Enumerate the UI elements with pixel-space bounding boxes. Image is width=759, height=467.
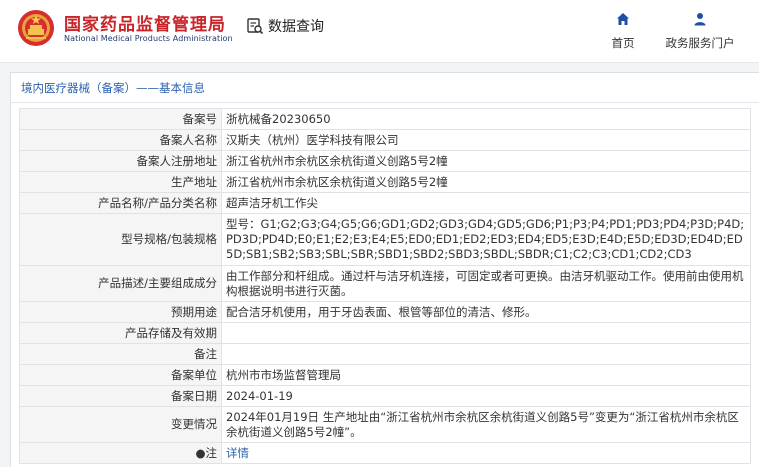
field-value: 浙杭械备20230650 — [221, 108, 751, 130]
site-header: 国家药品监督管理局 National Medical Products Admi… — [0, 0, 759, 63]
note-value-cell: 详情 — [221, 442, 751, 464]
details-link[interactable]: 详情 — [226, 446, 249, 460]
table-row: 生产地址 浙江省杭州市余杭区余杭街道义创路5号2幢 — [19, 171, 751, 193]
nav-home-label: 首页 — [611, 36, 635, 50]
breadcrumb: 境内医疗器械（备案）——基本信息 — [21, 81, 205, 95]
table-row: 产品描述/主要组成成分 由工作部分和杆组成。通过杆与洁牙机连接，可固定或者可更换… — [19, 265, 751, 302]
record-detail-table: 备案号 浙杭械备20230650 备案人名称 汉斯夫（杭州）医学科技有限公司 备… — [19, 108, 751, 464]
table-row: 备案日期 2024-01-19 — [19, 385, 751, 407]
divider — [11, 102, 759, 103]
field-label: 变更情况 — [19, 406, 222, 443]
table-row: 产品名称/产品分类名称 超声洁牙机工作尖 — [19, 192, 751, 214]
national-emblem-icon — [18, 10, 54, 46]
data-query-link[interactable]: 数据查询 — [246, 16, 324, 36]
field-value — [221, 343, 751, 365]
field-value: 浙江省杭州市余杭区余杭街道义创路5号2幢 — [221, 171, 751, 193]
field-value: 配合洁牙机使用，用于牙齿表面、根管等部位的清洁、修形。 — [221, 301, 751, 323]
site-title: 国家药品监督管理局 — [64, 15, 226, 35]
field-label: 产品名称/产品分类名称 — [19, 192, 222, 214]
note-label-cell: ●注 — [19, 442, 222, 464]
field-label: 型号规格/包装规格 — [19, 213, 222, 266]
nav-gov-portal[interactable]: 政务服务门户 — [660, 12, 740, 51]
nav-home[interactable]: 首页 — [605, 12, 641, 51]
field-value — [221, 322, 751, 344]
field-label: 产品存储及有效期 — [19, 322, 222, 344]
field-value: 浙江省杭州市余杭区余杭街道义创路5号2幢 — [221, 150, 751, 172]
table-row: 型号规格/包装规格 型号：G1;G2;G3;G4;G5;G6;GD1;GD2;G… — [19, 213, 751, 266]
field-label: 预期用途 — [19, 301, 222, 323]
table-row: 备案单位 杭州市市场监督管理局 — [19, 364, 751, 386]
search-icon — [247, 18, 264, 35]
user-icon — [694, 13, 706, 26]
pin-icon: ● — [195, 445, 206, 460]
field-label: 产品描述/主要组成成分 — [19, 265, 222, 302]
data-query-label: 数据查询 — [268, 19, 324, 35]
field-value: 杭州市市场监督管理局 — [221, 364, 751, 386]
field-value: 2024-01-19 — [221, 385, 751, 407]
field-label: 备案日期 — [19, 385, 222, 407]
nav-gov-label: 政务服务门户 — [665, 36, 735, 50]
field-value: 型号：G1;G2;G3;G4;G5;G6;GD1;GD2;GD3;GD4;GD5… — [221, 213, 751, 266]
table-row: 预期用途 配合洁牙机使用，用于牙齿表面、根管等部位的清洁、修形。 — [19, 301, 751, 323]
site-title-english: National Medical Products Administration — [64, 34, 233, 43]
field-value: 2024年01月19日 生产地址由“浙江省杭州市余杭区余杭街道义创路5号”变更为… — [221, 406, 751, 443]
table-row: 备案人名称 汉斯夫（杭州）医学科技有限公司 — [19, 129, 751, 151]
field-label: 备注 — [19, 343, 222, 365]
field-label: 备案单位 — [19, 364, 222, 386]
field-label: 备案人名称 — [19, 129, 222, 151]
table-row: 备注 — [19, 343, 751, 365]
home-icon — [617, 13, 629, 25]
field-value: 汉斯夫（杭州）医学科技有限公司 — [221, 129, 751, 151]
table-row: 变更情况 2024年01月19日 生产地址由“浙江省杭州市余杭区余杭街道义创路5… — [19, 406, 751, 443]
note-label: 注 — [205, 445, 218, 460]
table-row: 备案人注册地址 浙江省杭州市余杭区余杭街道义创路5号2幢 — [19, 150, 751, 172]
table-row: 产品存储及有效期 — [19, 322, 751, 344]
field-label: 生产地址 — [19, 171, 222, 193]
table-row: 备案号 浙杭械备20230650 — [19, 108, 751, 130]
field-value: 超声洁牙机工作尖 — [221, 192, 751, 214]
field-label: 备案号 — [19, 108, 222, 130]
field-label: 备案人注册地址 — [19, 150, 222, 172]
table-row: ●注 详情 — [19, 442, 751, 464]
field-value: 由工作部分和杆组成。通过杆与洁牙机连接，可固定或者可更换。由洁牙机驱动工作。使用… — [221, 265, 751, 302]
